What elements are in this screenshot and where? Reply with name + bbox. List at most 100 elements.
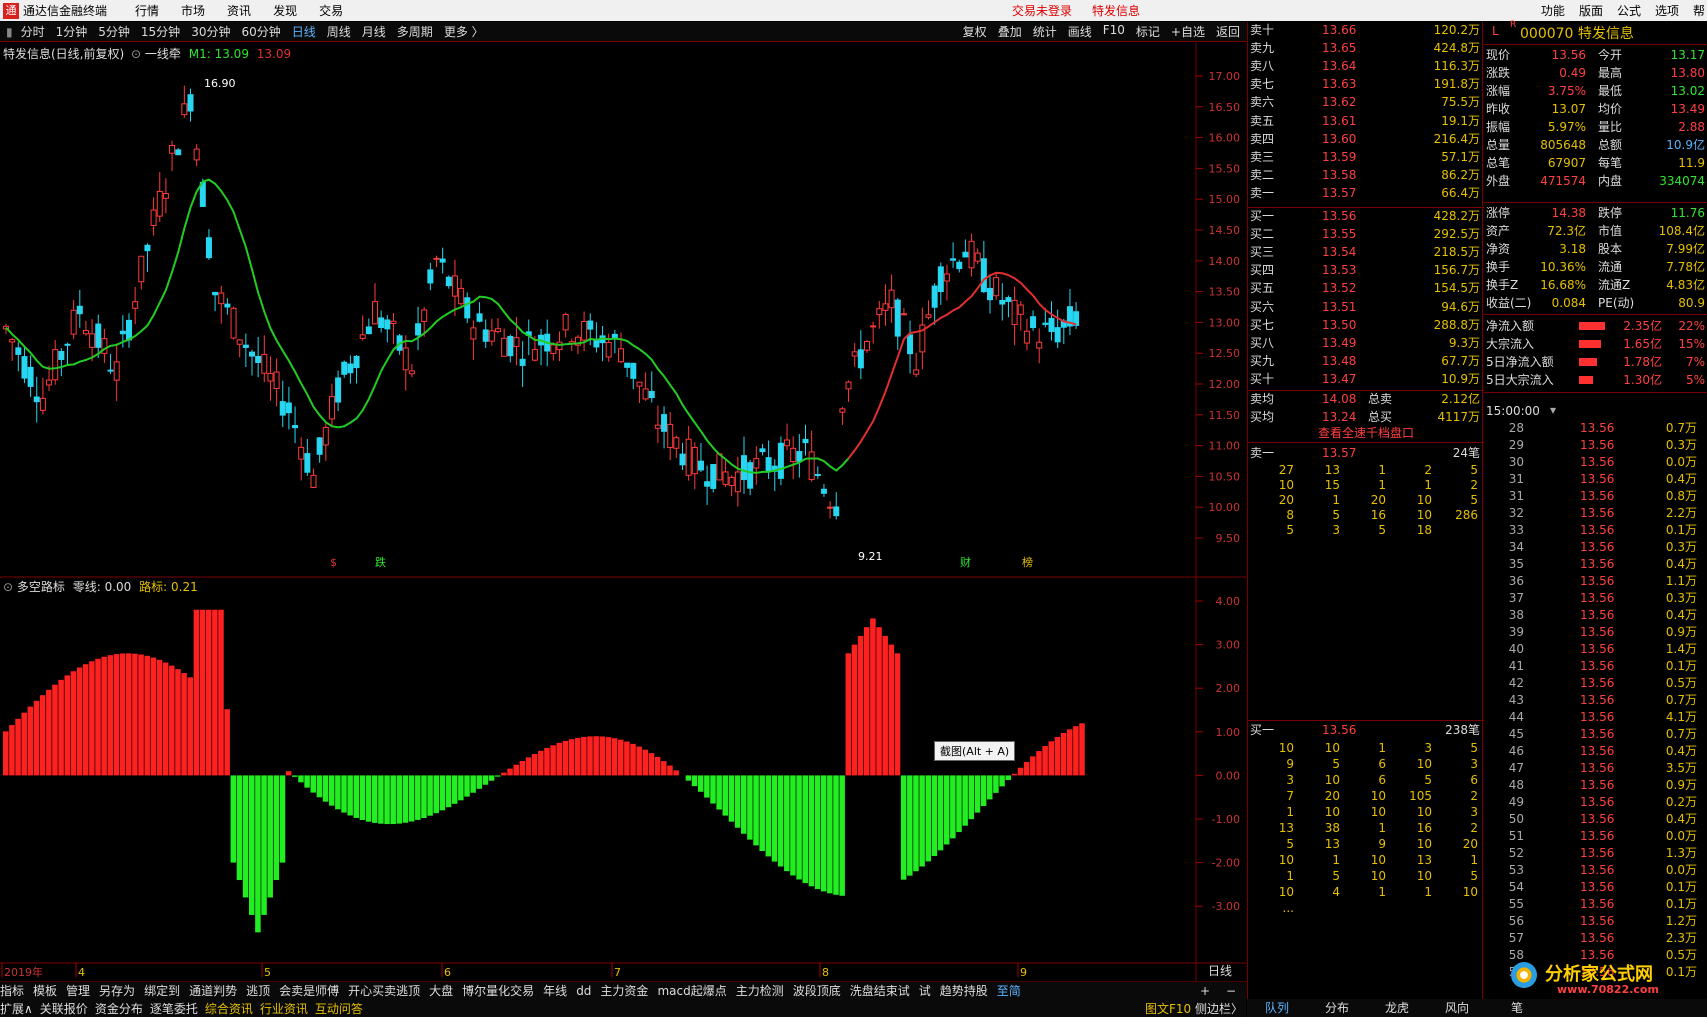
bottom-tab-info[interactable]: 综合资讯	[205, 1000, 253, 1017]
menu-options[interactable]: 选项	[1655, 2, 1679, 19]
bid-row[interactable]: 买二 13.55 292.5万	[1248, 226, 1484, 243]
formula-tab[interactable]: 逃顶	[246, 982, 270, 999]
tool-mark[interactable]: 标记	[1136, 23, 1160, 40]
stock-header[interactable]: 000070 特发信息	[1520, 23, 1634, 43]
tool-add-watch[interactable]: +自选	[1171, 23, 1205, 40]
bid-row[interactable]: 买三 13.54 218.5万	[1248, 244, 1484, 261]
panel-toggle-icon[interactable]: ▮	[6, 25, 13, 39]
login-status[interactable]: 交易未登录	[1012, 2, 1072, 19]
menu-layout[interactable]: 版面	[1579, 2, 1603, 19]
bid-queue-header[interactable]: 买一 13.56 238笔	[1248, 722, 1484, 739]
ask-row[interactable]: 卖七 13.63 191.8万	[1248, 76, 1484, 93]
bid-queue-row[interactable]: ...	[1248, 900, 1484, 917]
menu-quote[interactable]: 行情	[135, 2, 159, 19]
ask-row[interactable]: 卖十 13.66 120.2万	[1248, 22, 1484, 39]
ask-queue-header[interactable]: 卖一 13.57 24笔	[1248, 445, 1484, 462]
formula-tab[interactable]: 绑定到	[144, 982, 180, 999]
bid-row[interactable]: 买八 13.49 9.3万	[1248, 335, 1484, 352]
bottom-tab-orders[interactable]: 逐笔委托	[150, 1000, 198, 1017]
formula-tab[interactable]: 试	[919, 982, 931, 999]
ask-queue-row[interactable]: 5 3 5 18	[1248, 522, 1484, 539]
period-daily[interactable]: 日线	[292, 23, 316, 40]
bid-row[interactable]: 买五 13.52 154.5万	[1248, 280, 1484, 297]
menu-help[interactable]: 帮	[1693, 2, 1705, 19]
zoom-out-button[interactable]: −	[1226, 984, 1236, 998]
menu-function[interactable]: 功能	[1541, 2, 1565, 19]
formula-tab[interactable]: 模板	[33, 982, 57, 999]
period-5min[interactable]: 5分钟	[98, 23, 130, 40]
kline-panel[interactable]: 特发信息(日线,前复权) ⊙ 一线牵 M1: 13.09 13.09 ⊙ 多空路…	[0, 43, 1246, 981]
quote-tab[interactable]: 分布	[1307, 999, 1367, 1017]
formula-tab[interactable]: 主力资金	[600, 982, 648, 999]
menu-news[interactable]: 资讯	[227, 2, 251, 19]
quote-tab[interactable]: 风向	[1427, 999, 1487, 1017]
ask-row[interactable]: 卖二 13.58 86.2万	[1248, 167, 1484, 184]
formula-tab[interactable]: 年线	[543, 982, 567, 999]
bid-queue-row[interactable]: 13 38 1 16 2	[1248, 820, 1484, 837]
formula-tab[interactable]: 波段顶底	[793, 982, 841, 999]
period-multi[interactable]: 多周期	[397, 23, 433, 40]
zoom-in-button[interactable]: +	[1200, 984, 1210, 998]
tool-back[interactable]: 返回	[1216, 23, 1240, 40]
period-1min[interactable]: 1分钟	[56, 23, 88, 40]
quote-tab[interactable]: 队列	[1247, 999, 1307, 1017]
ask-row[interactable]: 卖六 13.62 75.5万	[1248, 94, 1484, 111]
bottom-tab-fund-dist[interactable]: 资金分布	[95, 1000, 143, 1017]
period-more[interactable]: 更多 〉	[444, 23, 484, 40]
period-weekly[interactable]: 周线	[327, 23, 351, 40]
ask-row[interactable]: 卖五 13.61 19.1万	[1248, 113, 1484, 130]
tick-dropdown-icon[interactable]: ▾	[1550, 403, 1556, 417]
formula-tab[interactable]: 指标	[0, 982, 24, 999]
bid-queue-row[interactable]: 1 10 10 10 3	[1248, 804, 1484, 821]
quote-tab[interactable]: 笔	[1487, 999, 1547, 1017]
formula-tab[interactable]: 通道判势	[189, 982, 237, 999]
bid-queue-row[interactable]: 3 10 6 5 6	[1248, 772, 1484, 789]
menu-formula[interactable]: 公式	[1617, 2, 1641, 19]
period-tick[interactable]: 分时	[21, 23, 45, 40]
bid-row[interactable]: 买四 13.53 156.7万	[1248, 262, 1484, 279]
bid-queue-row[interactable]: 7 20 10 105 2	[1248, 788, 1484, 805]
tool-adjust[interactable]: 复权	[963, 23, 987, 40]
formula-tab[interactable]: 主力检测	[736, 982, 784, 999]
menu-trade[interactable]: 交易	[319, 2, 343, 19]
formula-tab[interactable]: macd起爆点	[657, 982, 726, 999]
formula-tab[interactable]: 开心买卖逃顶	[348, 982, 420, 999]
avg-row[interactable]: 卖均 14.08 总卖 2.12亿	[1248, 391, 1484, 408]
formula-tab[interactable]: 另存为	[99, 982, 135, 999]
menu-discover[interactable]: 发现	[273, 2, 297, 19]
bid-row[interactable]: 买一 13.56 428.2万	[1248, 208, 1484, 225]
bid-queue-row[interactable]: 10 4 1 1 10	[1248, 884, 1484, 901]
formula-tab[interactable]: 洗盘结束试	[850, 982, 910, 999]
tool-draw[interactable]: 画线	[1068, 23, 1092, 40]
bottom-tab-expand[interactable]: 扩展∧	[0, 1000, 33, 1017]
bid-row[interactable]: 买十 13.47 10.9万	[1248, 371, 1484, 388]
bid-queue-row[interactable]: 1 5 10 10 5	[1248, 868, 1484, 885]
period-30min[interactable]: 30分钟	[191, 23, 230, 40]
tool-stats[interactable]: 统计	[1033, 23, 1057, 40]
ask-row[interactable]: 卖八 13.64 116.3万	[1248, 58, 1484, 75]
bottom-tab-related[interactable]: 关联报价	[40, 1000, 88, 1017]
formula-tab[interactable]: 趋势持股	[940, 982, 988, 999]
formula-tab[interactable]: 至简	[997, 982, 1021, 999]
ask-row[interactable]: 卖三 13.59 57.1万	[1248, 149, 1484, 166]
bid-queue-row[interactable]: 10 1 10 13 1	[1248, 852, 1484, 869]
bid-row[interactable]: 买六 13.51 94.6万	[1248, 299, 1484, 316]
quote-tab[interactable]: 龙虎	[1367, 999, 1427, 1017]
sidebar-toggle[interactable]: 侧边栏〉	[1195, 1000, 1243, 1017]
tool-f10[interactable]: F10	[1103, 23, 1125, 40]
period-15min[interactable]: 15分钟	[141, 23, 180, 40]
formula-tab[interactable]: dd	[576, 984, 591, 998]
ask-row[interactable]: 卖九 13.65 424.8万	[1248, 40, 1484, 57]
bid-row[interactable]: 买九 13.48 67.7万	[1248, 353, 1484, 370]
formula-tab[interactable]: 管理	[66, 982, 90, 999]
f10-toggle[interactable]: 图文F10	[1145, 1000, 1191, 1017]
period-60min[interactable]: 60分钟	[241, 23, 280, 40]
ask-row[interactable]: 卖一 13.57 66.4万	[1248, 185, 1484, 202]
tool-overlay[interactable]: 叠加	[998, 23, 1022, 40]
period-monthly[interactable]: 月线	[362, 23, 386, 40]
bottom-tab-industry[interactable]: 行业资讯	[260, 1000, 308, 1017]
price-chart[interactable]: 17.00 16.50 16.00 15.50 15.00 14.50 14.00 13.50…	[0, 43, 1246, 981]
bid-queue-row[interactable]: 10 10 1 3 5	[1248, 740, 1484, 757]
formula-tab[interactable]: 会卖是师傅	[279, 982, 339, 999]
formula-tab[interactable]: 大盘	[429, 982, 453, 999]
